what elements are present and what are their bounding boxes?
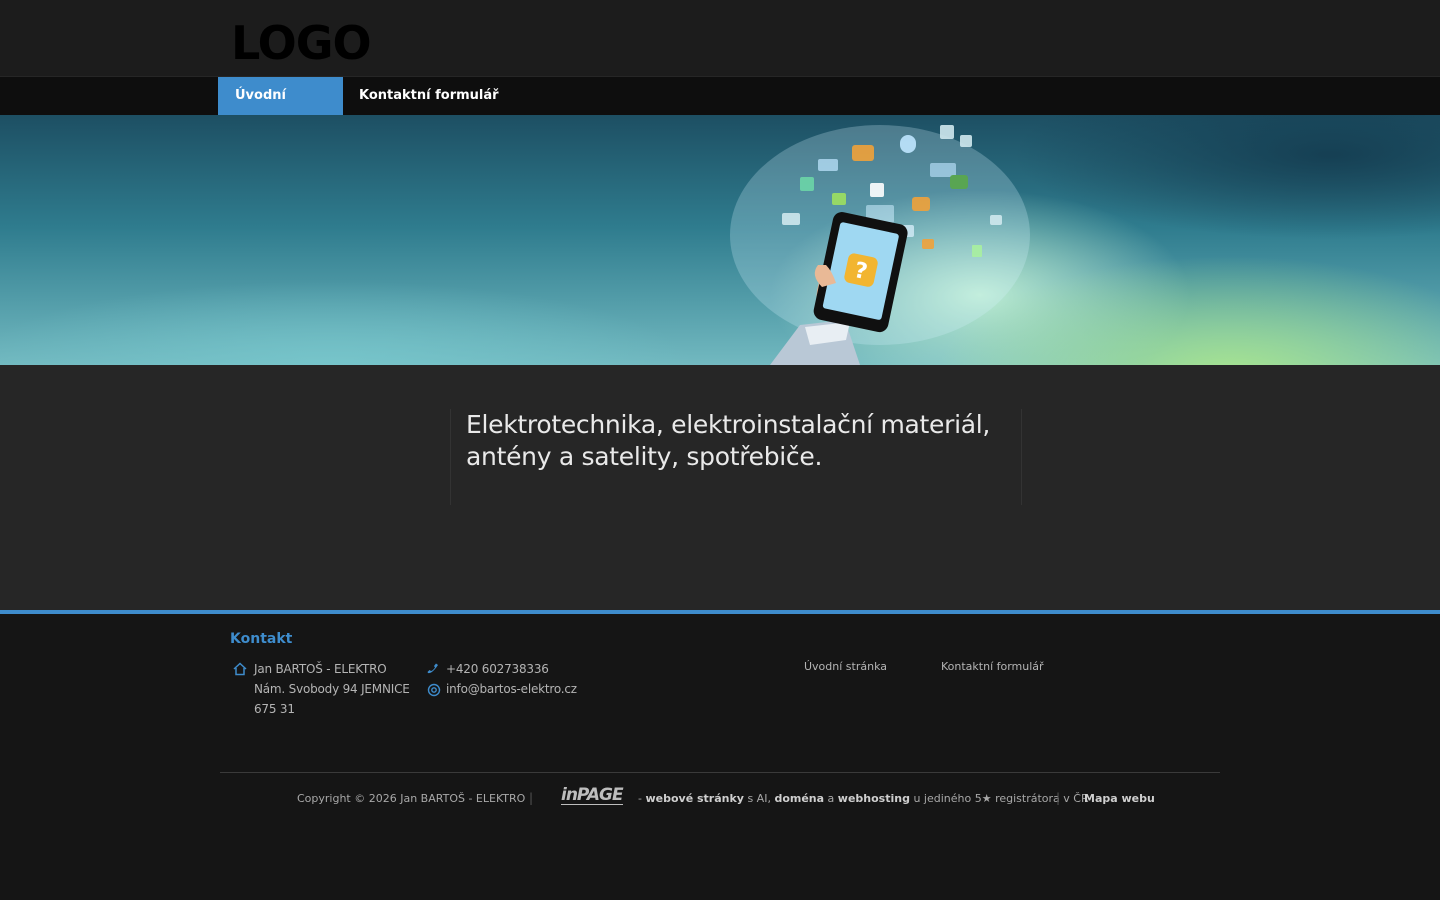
tagline-rest: u jediného 5★ registrátora v ČR bbox=[909, 792, 1089, 805]
copyright: Copyright © 2026 Jan BARTOŠ - ELEKTRO bbox=[297, 792, 526, 805]
nav-item-home[interactable]: Úvodní stránka bbox=[218, 77, 343, 141]
inpage-logo[interactable]: inPAGE bbox=[561, 787, 624, 805]
inpage-tagline: - webové stránky s AI, doména a webhosti… bbox=[638, 792, 1089, 805]
tagline-and: a bbox=[824, 792, 838, 805]
tagline-domain[interactable]: doména bbox=[774, 792, 824, 805]
separator-1: | bbox=[529, 791, 534, 805]
separator-2: | bbox=[1056, 791, 1061, 805]
footer-link-home[interactable]: Úvodní stránka bbox=[804, 660, 887, 673]
site-header: LOGO bbox=[0, 0, 1440, 77]
sitemap-link[interactable]: Mapa webu bbox=[1084, 792, 1155, 805]
contact-company: Jan BARTOŠ - ELEKTRO bbox=[254, 662, 387, 676]
tagline-websites[interactable]: webové stránky bbox=[645, 792, 743, 805]
footer-divider bbox=[220, 772, 1220, 773]
main-nav: Úvodní stránka Kontaktní formulář bbox=[0, 77, 1440, 141]
main-content: Elektrotechnika, elektroinstalační mater… bbox=[0, 365, 1440, 610]
site-footer: Kontakt Jan BARTOŠ - ELEKTRO Nám. Svobod… bbox=[0, 610, 1440, 900]
tagline-webhosting[interactable]: webhosting bbox=[838, 792, 910, 805]
tagline-ai: s AI, bbox=[743, 792, 775, 805]
hero-illustration: ? bbox=[730, 125, 1030, 365]
contact-zip: 675 31 bbox=[254, 702, 295, 716]
nav-item-contact-form[interactable]: Kontaktní formulář bbox=[342, 77, 516, 115]
contact-email[interactable]: info@bartos-elektro.cz bbox=[446, 679, 577, 699]
logo[interactable]: LOGO bbox=[231, 14, 372, 72]
intro-box: Elektrotechnika, elektroinstalační mater… bbox=[450, 409, 1022, 505]
intro-text: Elektrotechnika, elektroinstalační mater… bbox=[466, 410, 991, 471]
contact-street: Nám. Svobody 94 JEMNICE bbox=[254, 682, 410, 696]
footer-link-contact-form[interactable]: Kontaktní formulář bbox=[941, 660, 1044, 673]
contact-title: Kontakt bbox=[230, 631, 293, 647]
contact-phone[interactable]: +420 602738336 bbox=[446, 659, 549, 679]
at-icon bbox=[427, 683, 441, 697]
phone-icon bbox=[427, 663, 438, 674]
home-icon bbox=[233, 662, 247, 676]
hero-banner: ? bbox=[0, 115, 1440, 365]
